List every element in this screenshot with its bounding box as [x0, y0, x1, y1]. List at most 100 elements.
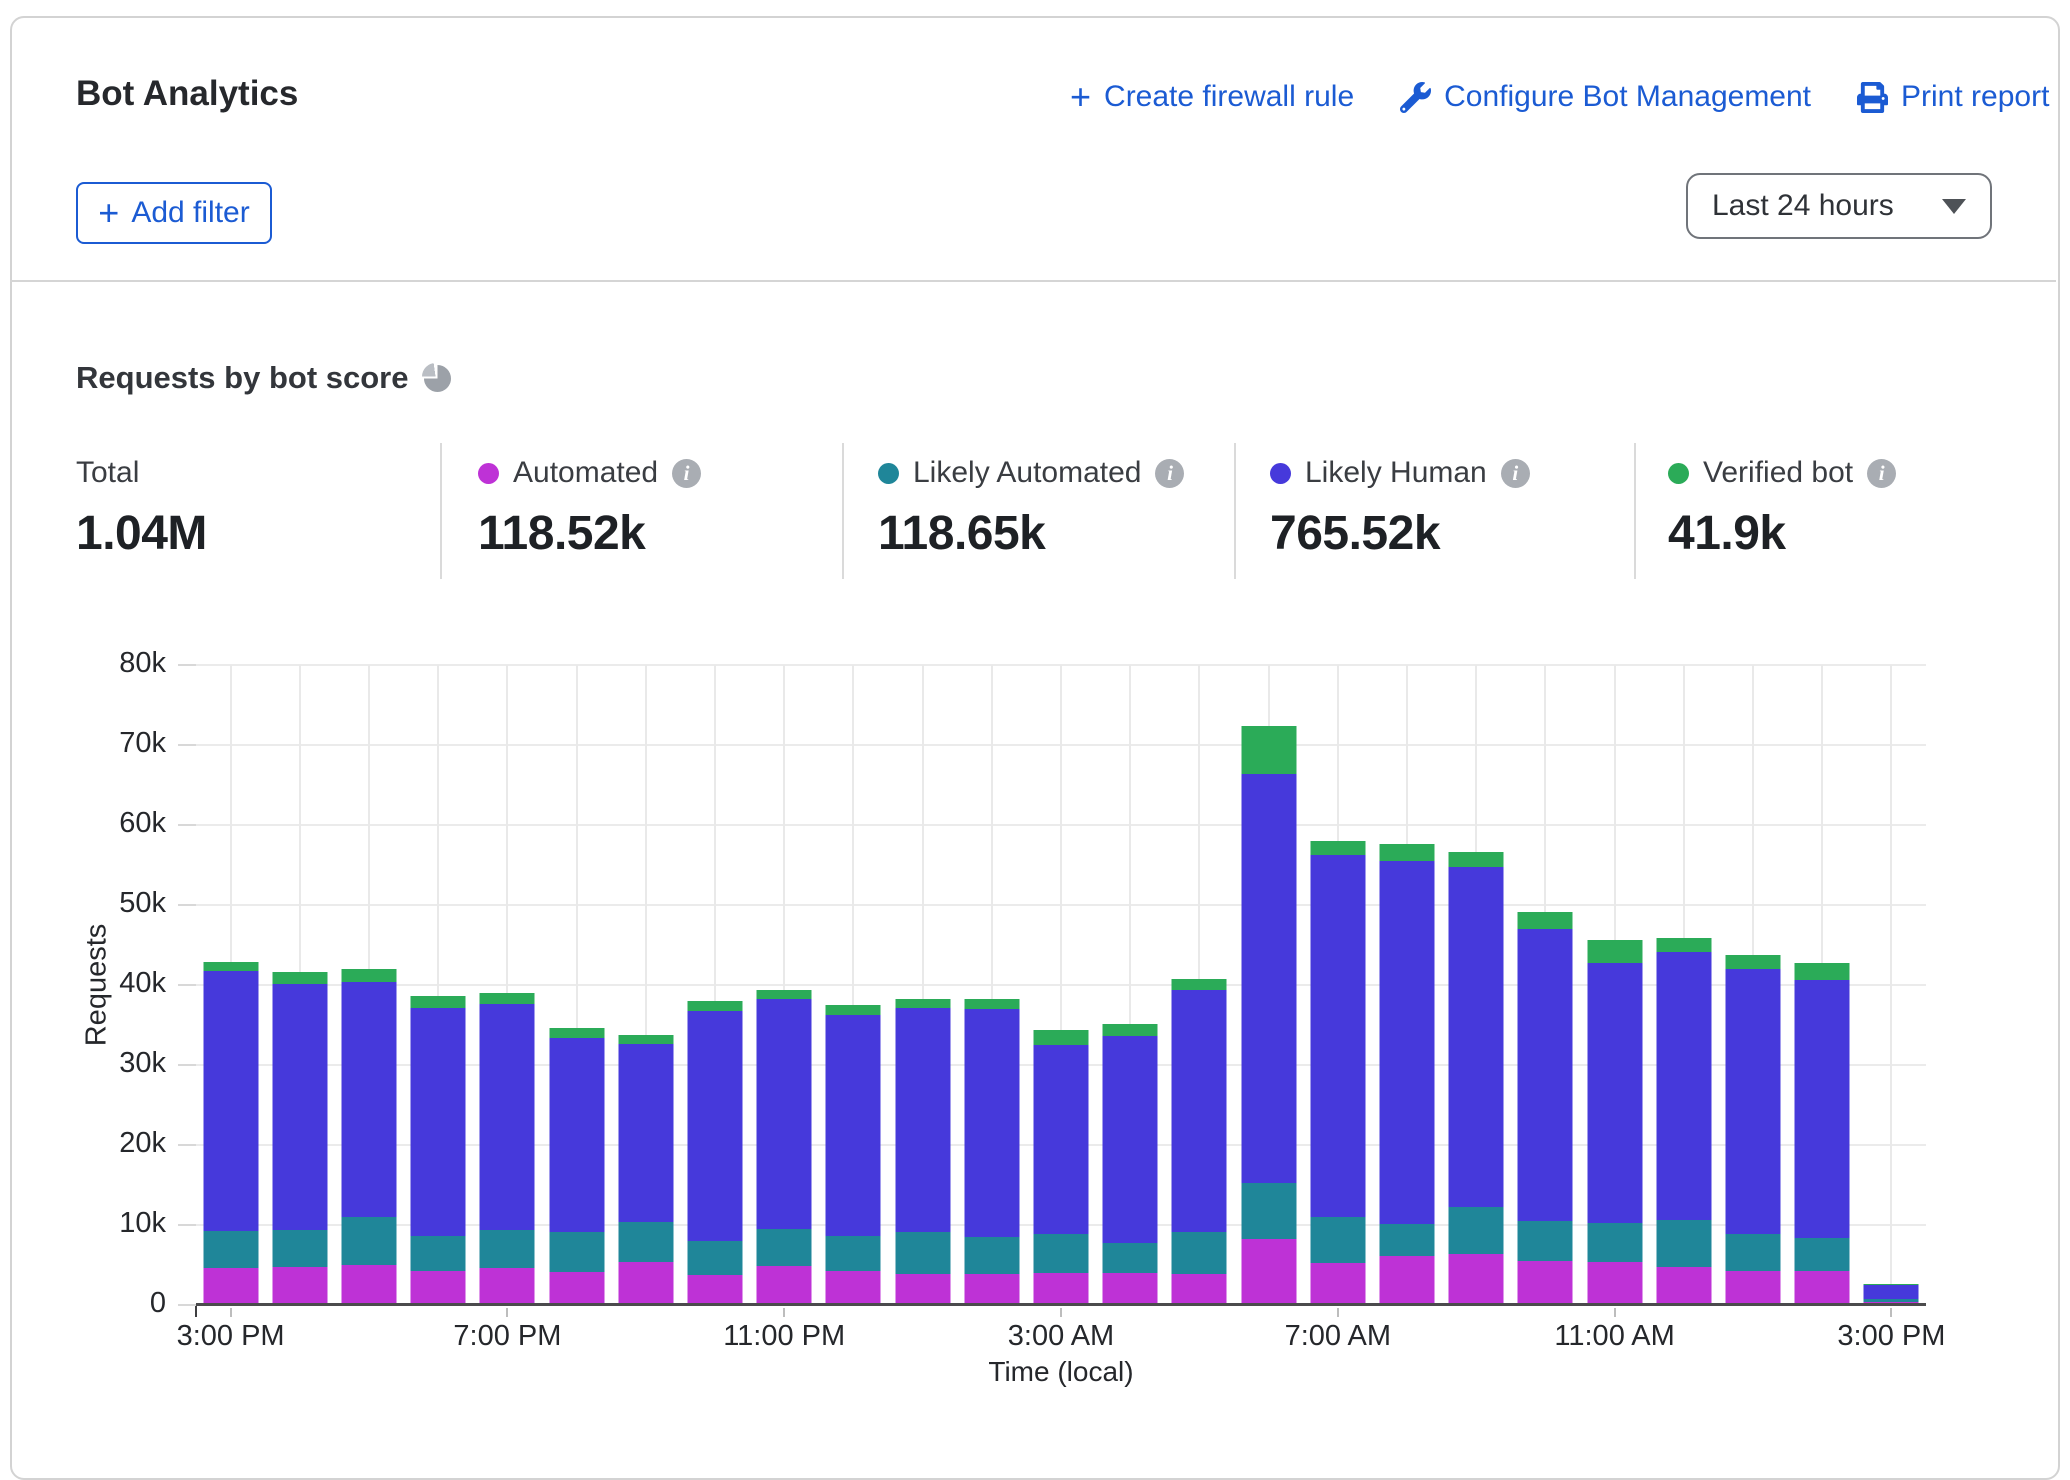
print-report-link[interactable]: Print report [1857, 80, 2049, 114]
page-title: Bot Analytics [76, 74, 298, 114]
stacked-bar[interactable] [203, 962, 258, 1305]
bar-segment-automated [1587, 1262, 1642, 1305]
info-icon[interactable]: i [1155, 459, 1184, 488]
bar-slot [1165, 665, 1234, 1305]
bar-slot [1026, 665, 1095, 1305]
stacked-bar[interactable] [1864, 1284, 1919, 1305]
stat-label: Total [76, 456, 139, 490]
y-axis-tick [178, 1224, 196, 1226]
stacked-bar[interactable] [1172, 979, 1227, 1305]
bar-segment-verified-bot [687, 1001, 742, 1011]
y-axis-tick-label: 80k [36, 647, 166, 680]
bar-segment-likely-automated [1310, 1217, 1365, 1263]
bar-segment-verified-bot [1656, 938, 1711, 952]
y-axis-tick-label: 50k [36, 887, 166, 920]
y-axis-tick-label: 10k [36, 1207, 166, 1240]
stat-automated: Automated i 118.52k [478, 456, 701, 561]
bar-segment-likely-automated [964, 1237, 1019, 1274]
plot-area [196, 665, 1926, 1305]
configure-bot-management-link[interactable]: Configure Bot Management [1400, 80, 1811, 114]
y-axis-tick [178, 1064, 196, 1066]
stacked-bar[interactable] [1379, 844, 1434, 1305]
add-filter-button[interactable]: + Add filter [76, 182, 272, 244]
create-firewall-rule-link[interactable]: + Create firewall rule [1070, 80, 1354, 114]
stacked-bar[interactable] [1241, 726, 1296, 1305]
stacked-bar[interactable] [1033, 1030, 1088, 1305]
stat-verified-bot: Verified bot i 41.9k [1668, 456, 1896, 561]
bar-segment-likely-automated [1241, 1183, 1296, 1239]
stacked-bar[interactable] [757, 990, 812, 1305]
stacked-bar[interactable] [895, 999, 950, 1305]
bar-segment-likely-human [618, 1044, 673, 1222]
stat-value: 765.52k [1270, 506, 1530, 561]
likely-human-dot-icon [1270, 463, 1291, 484]
bar-segment-verified-bot [1310, 841, 1365, 855]
y-axis-tick-label: 70k [36, 727, 166, 760]
stacked-bar[interactable] [1656, 938, 1711, 1305]
bar-segment-automated [480, 1268, 535, 1305]
bar-segment-automated [757, 1266, 812, 1305]
bar-segment-automated [1310, 1263, 1365, 1305]
section-heading: Requests by bot score [76, 360, 451, 396]
bar-segment-likely-human [549, 1038, 604, 1232]
bar-segment-likely-human [1449, 867, 1504, 1207]
bar-segment-automated [1656, 1267, 1711, 1305]
bar-segment-likely-human [341, 982, 396, 1217]
x-axis-tick [1614, 1308, 1616, 1317]
bar-segment-automated [1379, 1256, 1434, 1305]
x-axis-tick [1890, 1308, 1892, 1317]
stacked-bar[interactable] [411, 996, 466, 1305]
x-axis-tick-label: 3:00 AM [1008, 1320, 1114, 1353]
gridline-vertical [1890, 665, 1892, 1305]
verified-bot-dot-icon [1668, 463, 1689, 484]
info-icon[interactable]: i [1867, 459, 1896, 488]
stacked-bar[interactable] [1587, 940, 1642, 1305]
bar-segment-likely-automated [549, 1232, 604, 1272]
info-icon[interactable]: i [1501, 459, 1530, 488]
x-axis-tick-label: 7:00 AM [1285, 1320, 1391, 1353]
x-axis-tick-label: 11:00 PM [723, 1320, 845, 1353]
stacked-bar[interactable] [687, 1001, 742, 1305]
stacked-bar[interactable] [1725, 955, 1780, 1305]
bar-segment-likely-automated [203, 1231, 258, 1268]
bar-slot [1511, 665, 1580, 1305]
bar-segment-automated [1518, 1261, 1573, 1305]
bar-segment-automated [1103, 1273, 1158, 1305]
bar-segment-automated [687, 1275, 742, 1305]
bar-slot [1234, 665, 1303, 1305]
stacked-bar[interactable] [1795, 963, 1850, 1305]
bar-slot [542, 665, 611, 1305]
bar-slot [1718, 665, 1787, 1305]
stat-divider [1634, 443, 1636, 579]
stacked-bar[interactable] [964, 999, 1019, 1305]
info-icon[interactable]: i [672, 459, 701, 488]
x-axis-tick [783, 1308, 785, 1317]
bar-segment-likely-human [480, 1004, 535, 1230]
stacked-bar[interactable] [1449, 852, 1504, 1305]
x-axis-tick-label: 7:00 PM [453, 1320, 561, 1353]
stacked-bar[interactable] [272, 972, 327, 1305]
stacked-bar[interactable] [618, 1035, 673, 1305]
stacked-bar[interactable] [341, 969, 396, 1305]
printer-icon [1857, 82, 1888, 113]
bar-segment-likely-human [1656, 952, 1711, 1220]
pie-chart-icon [424, 365, 451, 392]
stacked-bar[interactable] [1310, 841, 1365, 1305]
stacked-bar[interactable] [1103, 1024, 1158, 1305]
bar-segment-likely-human [1310, 855, 1365, 1217]
stat-divider [1234, 443, 1236, 579]
stacked-bar[interactable] [1518, 912, 1573, 1305]
bar-slot [611, 665, 680, 1305]
bar-segment-automated [1449, 1254, 1504, 1305]
stacked-bar[interactable] [549, 1028, 604, 1305]
stacked-bar[interactable] [480, 993, 535, 1305]
time-range-dropdown[interactable]: Last 24 hours [1686, 173, 1992, 239]
bar-segment-likely-human [1172, 990, 1227, 1232]
stacked-bar[interactable] [826, 1005, 881, 1305]
bar-segment-verified-bot [826, 1005, 881, 1015]
bar-slot [819, 665, 888, 1305]
bar-segment-automated [411, 1271, 466, 1305]
y-axis-tick [178, 664, 196, 666]
bar-slot [957, 665, 1026, 1305]
x-axis-tick [1060, 1308, 1062, 1317]
